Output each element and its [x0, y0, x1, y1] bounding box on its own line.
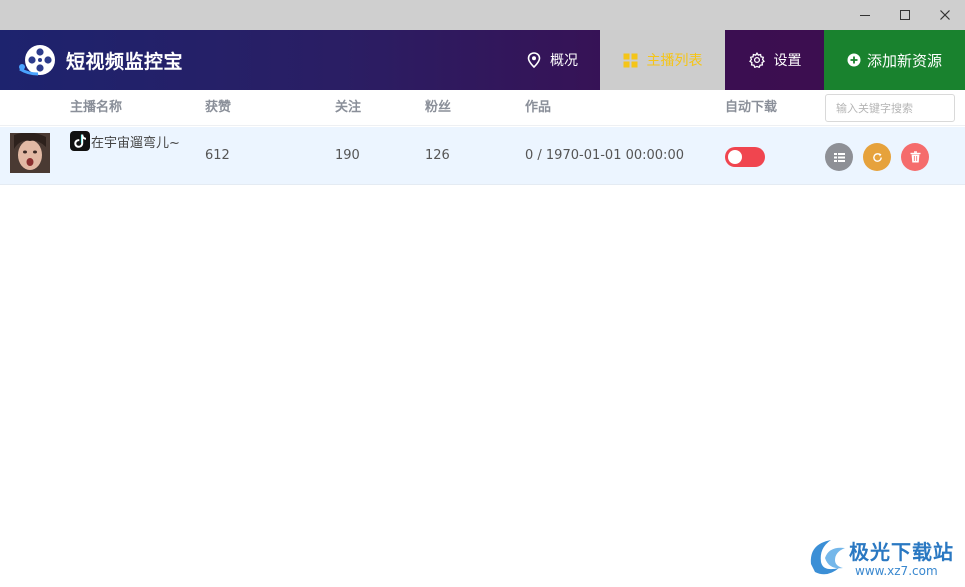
refresh-icon — [872, 152, 882, 162]
search-input[interactable] — [825, 94, 955, 122]
table-header: 主播名称 获赞 关注 粉丝 作品 自动下载 — [0, 90, 965, 126]
brand-title: 短视频监控宝 — [66, 50, 184, 73]
likes-value: 612 — [205, 148, 230, 163]
nav-settings[interactable]: 设置 — [725, 30, 825, 90]
watermark-logo-icon — [810, 540, 845, 575]
watermark: 极光下载站 www.xz7.com — [805, 534, 965, 584]
auto-download-toggle[interactable] — [725, 147, 765, 167]
close-icon — [940, 10, 950, 20]
column-header-likes[interactable]: 获赞 — [205, 90, 231, 126]
following-value: 190 — [335, 148, 360, 163]
toggle-knob — [728, 150, 742, 164]
app-header: 短视频监控宝 概况 主播列表 设置 添加新资源 — [0, 30, 965, 90]
brand: 短视频监控宝 — [18, 30, 183, 90]
add-resource-label: 添加新资源 — [866, 51, 942, 70]
nav-overview-label: 概况 — [550, 53, 578, 69]
column-header-works[interactable]: 作品 — [525, 90, 551, 126]
film-reel-logo-icon — [18, 43, 60, 77]
fans-value: 126 — [425, 148, 450, 163]
close-button[interactable] — [925, 0, 965, 30]
nav-anchor-list[interactable]: 主播列表 — [600, 30, 725, 90]
column-header-name[interactable]: 主播名称 — [70, 90, 122, 126]
delete-button[interactable] — [901, 143, 929, 171]
gear-icon — [748, 52, 765, 68]
refresh-button[interactable] — [863, 143, 891, 171]
table-row[interactable]: 在宇宙遛弯儿~ 612 190 126 0 / 1970-01-01 00:00… — [0, 127, 965, 185]
column-header-fans[interactable]: 粉丝 — [425, 90, 451, 126]
watermark-text: 极光下载站 — [849, 540, 954, 564]
works-value: 0 / 1970-01-01 00:00:00 — [525, 148, 684, 163]
list-icon — [833, 152, 845, 162]
add-resource-button[interactable]: 添加新资源 — [824, 30, 965, 90]
nav-anchor-list-label: 主播列表 — [646, 53, 703, 69]
column-header-auto-download[interactable]: 自动下载 — [725, 90, 777, 126]
grid-icon — [623, 53, 638, 68]
plus-circle-icon — [847, 53, 861, 67]
window-titlebar — [0, 0, 965, 30]
nav-settings-label: 设置 — [773, 53, 802, 69]
anchor-name: 在宇宙遛弯儿~ — [91, 136, 180, 151]
detail-button[interactable] — [825, 143, 853, 171]
maximize-icon — [900, 10, 910, 20]
nav-overview[interactable]: 概况 — [505, 30, 600, 90]
avatar[interactable] — [10, 133, 50, 173]
location-pin-icon — [527, 52, 541, 68]
watermark-url: www.xz7.com — [855, 564, 938, 578]
trash-icon — [910, 151, 920, 163]
maximize-button[interactable] — [885, 0, 925, 30]
anchor-name-cell: 在宇宙遛弯儿~ — [70, 131, 190, 154]
minimize-icon — [860, 15, 870, 16]
column-header-following[interactable]: 关注 — [335, 90, 361, 126]
tiktok-icon — [70, 131, 90, 151]
minimize-button[interactable] — [845, 0, 885, 30]
